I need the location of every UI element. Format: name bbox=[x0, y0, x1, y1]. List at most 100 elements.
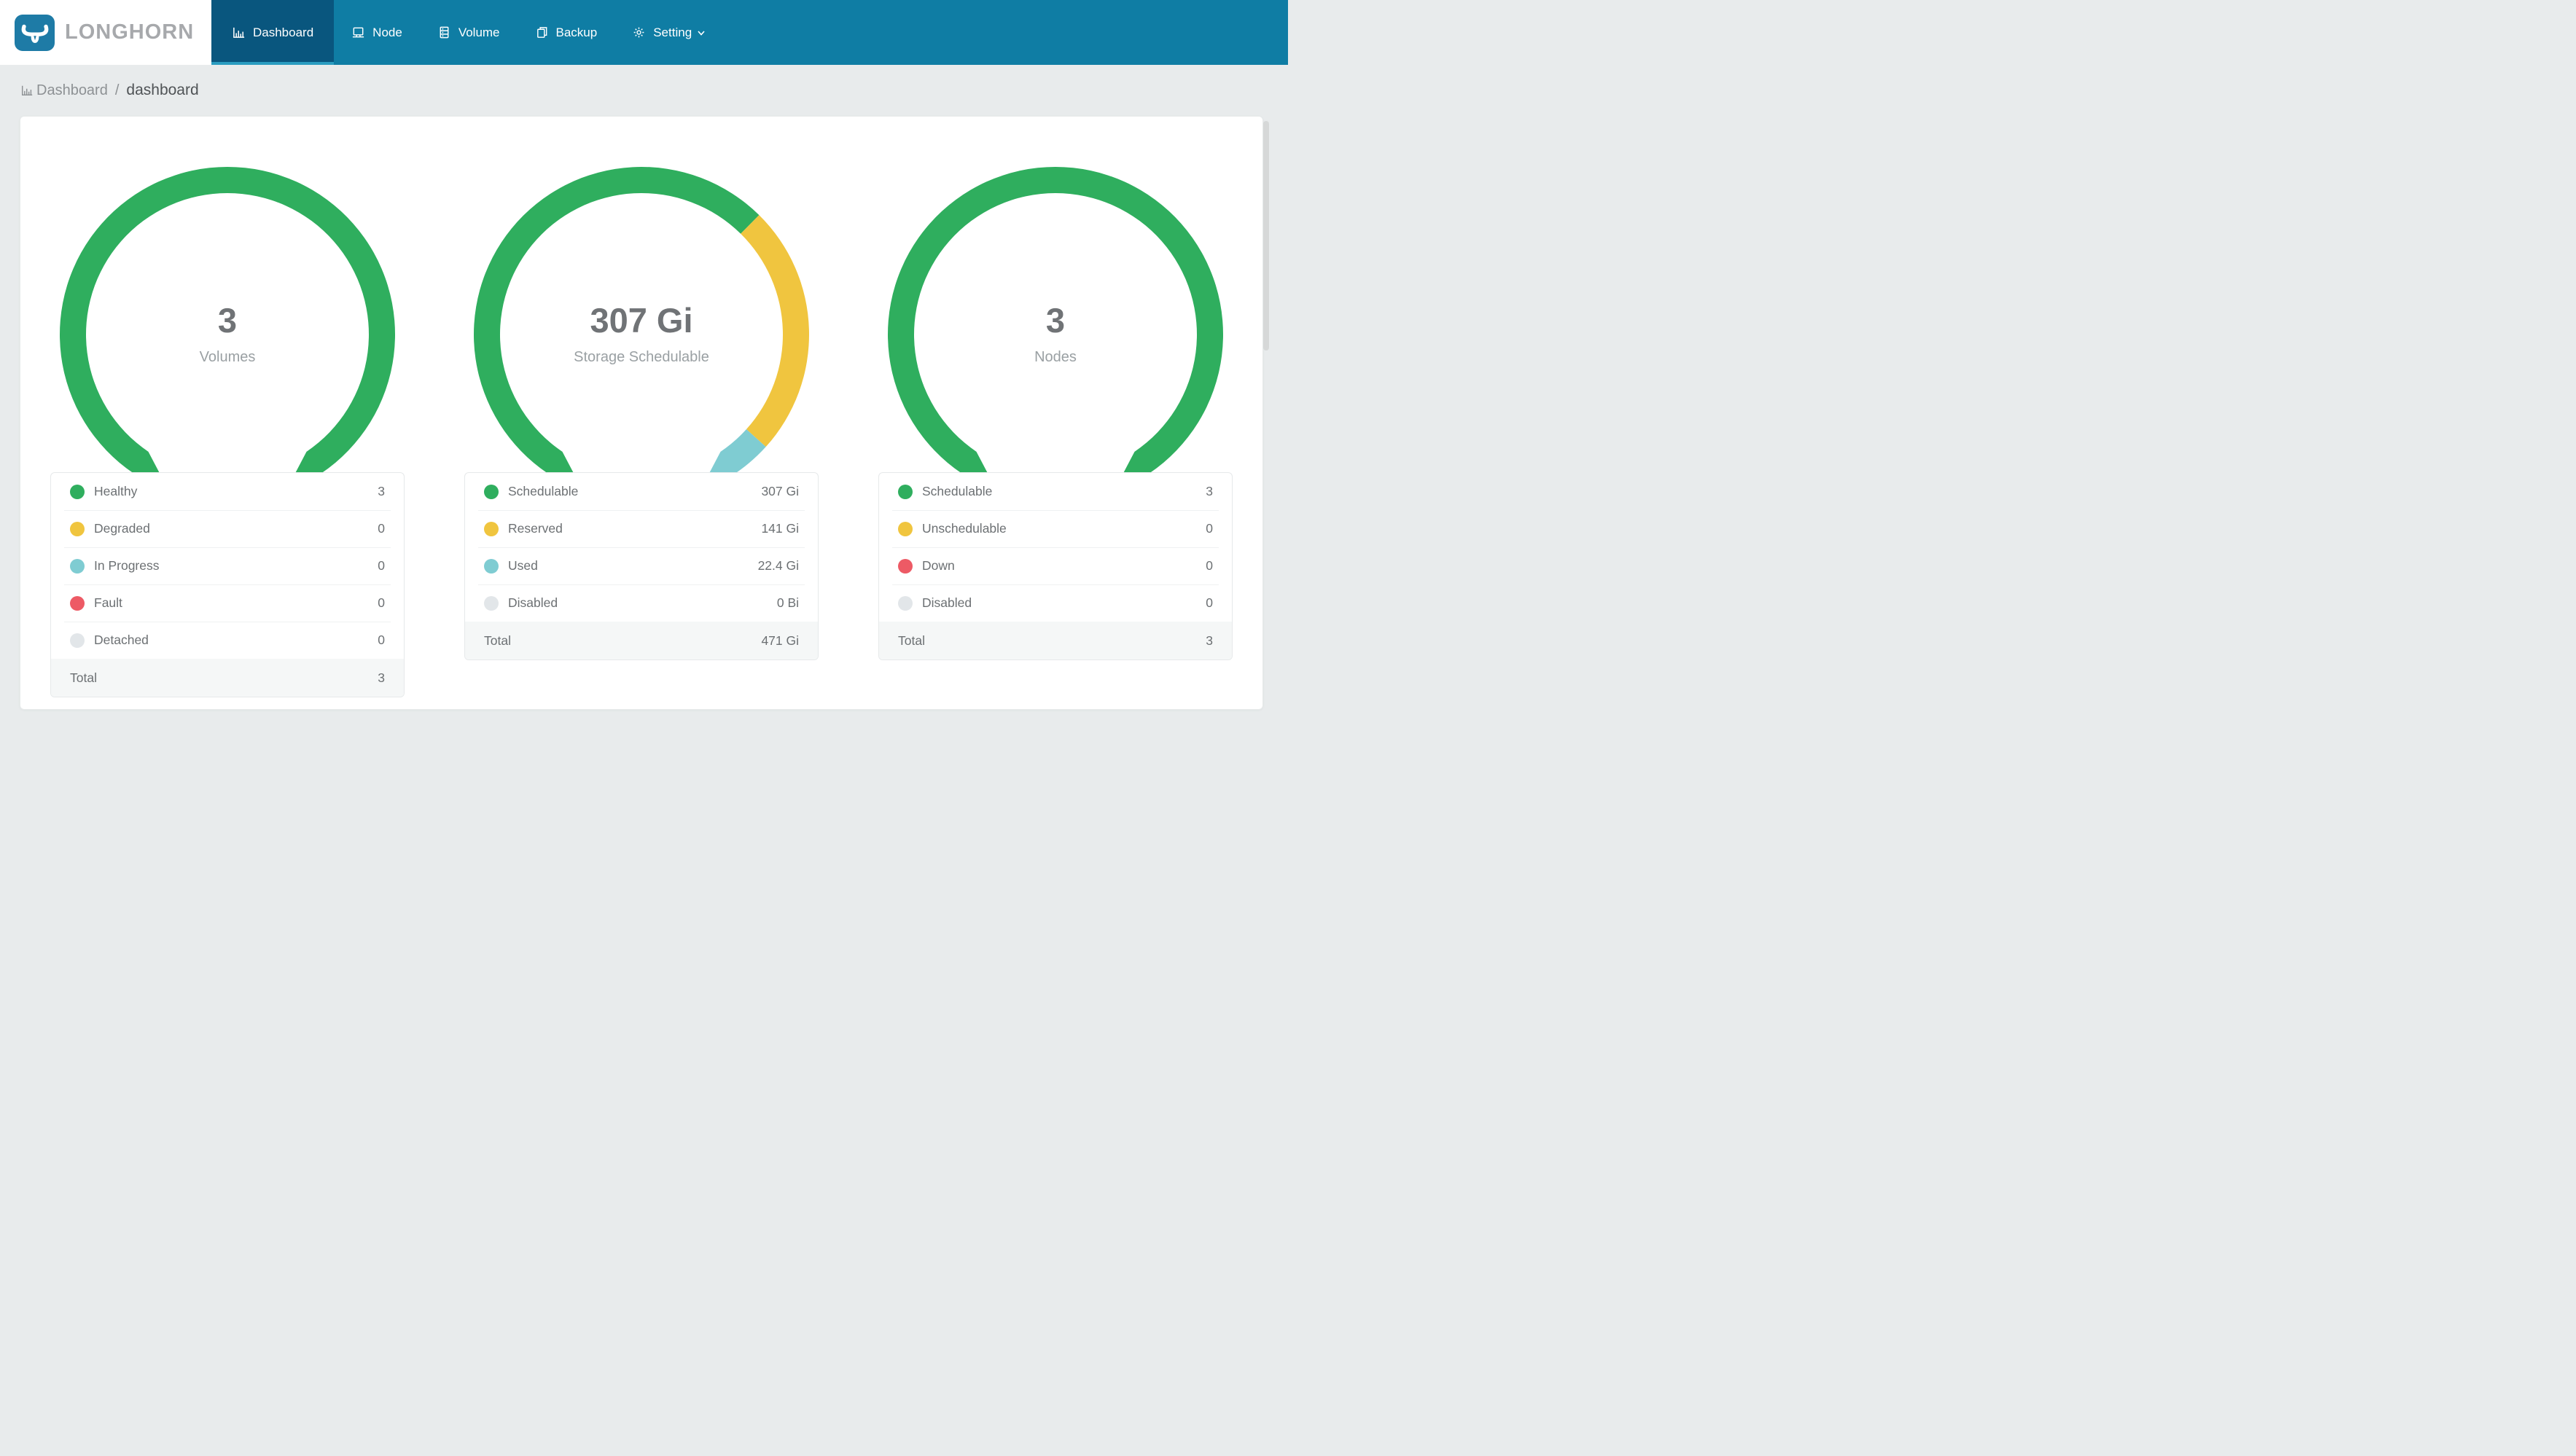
gauge-arc-segment bbox=[59, 166, 396, 474]
status-dot bbox=[898, 484, 913, 499]
gauge-arc-segment bbox=[473, 166, 760, 474]
legend-value: 0 bbox=[1206, 558, 1213, 573]
legend-label: In Progress bbox=[94, 558, 160, 573]
total-value: 471 Gi bbox=[761, 633, 799, 648]
breadcrumb-separator: / bbox=[114, 82, 120, 98]
dashboard-card: 3 Volumes Healthy 3 Degraded 0 In Progress 0 F… bbox=[20, 116, 1263, 710]
storage-gauge-chart bbox=[473, 166, 809, 474]
bar-chart-icon bbox=[232, 26, 246, 39]
legend-total-row: Total 3 bbox=[51, 659, 404, 697]
legend-value: 22.4 Gi bbox=[757, 558, 799, 573]
legend-label: Down bbox=[922, 558, 955, 573]
nav-item-setting[interactable]: Setting bbox=[614, 0, 724, 65]
legend-row: Disabled 0 Bi bbox=[465, 584, 818, 622]
vertical-scrollbar-thumb[interactable] bbox=[1263, 121, 1269, 351]
laptop-icon bbox=[351, 26, 365, 39]
legend-row: Detached 0 bbox=[51, 622, 404, 659]
legend-label: Used bbox=[508, 558, 538, 573]
legend-row: Used 22.4 Gi bbox=[465, 547, 818, 584]
total-label: Total bbox=[898, 633, 925, 648]
legend-value: 0 Bi bbox=[776, 595, 799, 610]
status-dot bbox=[484, 595, 499, 611]
app-header: LONGHORN Dashboard Node Volume Backup Se… bbox=[0, 0, 1288, 65]
gauge-arc-segment bbox=[741, 215, 809, 447]
legend-value: 0 bbox=[378, 633, 385, 647]
gauge-arc-segment bbox=[888, 166, 1223, 474]
nav-item-backup[interactable]: Backup bbox=[518, 0, 615, 65]
status-dot bbox=[484, 558, 499, 574]
legend-value: 307 Gi bbox=[761, 484, 799, 498]
legend-row: Fault 0 bbox=[51, 584, 404, 622]
legend-row: Down 0 bbox=[879, 547, 1232, 584]
status-dot bbox=[70, 558, 85, 574]
legend-label: Fault bbox=[94, 595, 122, 610]
legend-value: 0 bbox=[1206, 521, 1213, 536]
status-dot bbox=[70, 595, 85, 611]
nav-item-dashboard[interactable]: Dashboard bbox=[211, 0, 335, 65]
status-dot bbox=[70, 521, 85, 536]
legend-value: 0 bbox=[378, 521, 385, 536]
total-label: Total bbox=[70, 670, 97, 685]
legend-label: Schedulable bbox=[922, 484, 993, 498]
legend-row: Healthy 3 bbox=[51, 473, 404, 510]
status-dot bbox=[898, 595, 913, 611]
breadcrumb-page: dashboard bbox=[126, 82, 199, 98]
legend-label: Disabled bbox=[922, 595, 972, 610]
total-value: 3 bbox=[1206, 633, 1213, 648]
file-copy-icon bbox=[535, 26, 549, 39]
storage-chart-panel: 307 Gi Storage Schedulable Schedulable 30… bbox=[434, 117, 848, 709]
status-dot bbox=[484, 484, 499, 499]
legend-value: 0 bbox=[378, 595, 385, 610]
legend-label: Unschedulable bbox=[922, 521, 1007, 536]
legend-value: 141 Gi bbox=[761, 521, 799, 536]
gear-icon bbox=[632, 26, 646, 39]
legend-row: Reserved 141 Gi bbox=[465, 510, 818, 547]
status-dot bbox=[70, 484, 85, 499]
legend-label: Disabled bbox=[508, 595, 558, 610]
status-dot bbox=[70, 633, 85, 648]
main-nav: Dashboard Node Volume Backup Setting bbox=[211, 0, 1288, 65]
nodes-legend-table: Schedulable 3 Unschedulable 0 Down 0 Disabled 0… bbox=[878, 472, 1233, 660]
nav-item-label: Backup bbox=[555, 25, 598, 39]
legend-value: 3 bbox=[1206, 484, 1213, 498]
breadcrumb-section[interactable]: Dashboard bbox=[36, 82, 108, 99]
status-dot bbox=[484, 521, 499, 536]
nav-item-volume[interactable]: Volume bbox=[420, 0, 518, 65]
volumes-chart-panel: 3 Volumes Healthy 3 Degraded 0 In Progress 0 F… bbox=[20, 117, 434, 709]
nodes-gauge-chart bbox=[888, 166, 1223, 474]
legend-total-row: Total 471 Gi bbox=[465, 622, 818, 659]
nav-item-node[interactable]: Node bbox=[334, 0, 420, 65]
legend-label: Schedulable bbox=[508, 484, 579, 498]
legend-row: Schedulable 307 Gi bbox=[465, 473, 818, 510]
brand-name: LONGHORN bbox=[65, 20, 195, 44]
legend-total-row: Total 3 bbox=[879, 622, 1232, 659]
legend-row: Disabled 0 bbox=[879, 584, 1232, 622]
nodes-chart-panel: 3 Nodes Schedulable 3 Unschedulable 0 Down 0 D… bbox=[848, 117, 1262, 709]
legend-label: Healthy bbox=[94, 484, 138, 498]
storage-legend-table: Schedulable 307 Gi Reserved 141 Gi Used 22.4 … bbox=[464, 472, 819, 660]
legend-label: Detached bbox=[94, 633, 149, 647]
total-value: 3 bbox=[378, 670, 385, 685]
legend-label: Reserved bbox=[508, 521, 563, 536]
app-logo[interactable]: LONGHORN bbox=[0, 0, 211, 65]
legend-row: Unschedulable 0 bbox=[879, 510, 1232, 547]
bar-chart-icon bbox=[20, 84, 34, 97]
total-label: Total bbox=[484, 633, 511, 648]
breadcrumb: Dashboard / dashboard bbox=[0, 65, 1288, 116]
legend-value: 3 bbox=[378, 484, 385, 498]
legend-row: Degraded 0 bbox=[51, 510, 404, 547]
chevron-down-icon bbox=[696, 28, 706, 38]
status-dot bbox=[898, 521, 913, 536]
nav-item-label: Node bbox=[372, 25, 402, 39]
nav-item-label: Dashboard bbox=[253, 25, 314, 39]
volumes-gauge-chart bbox=[59, 166, 396, 474]
nav-item-label: Volume bbox=[458, 25, 500, 39]
volumes-legend-table: Healthy 3 Degraded 0 In Progress 0 Fault 0 Detac… bbox=[50, 472, 405, 697]
legend-value: 0 bbox=[378, 558, 385, 573]
server-icon bbox=[437, 26, 451, 39]
nav-item-label: Setting bbox=[653, 25, 692, 39]
legend-row: Schedulable 3 bbox=[879, 473, 1232, 510]
legend-label: Degraded bbox=[94, 521, 150, 536]
legend-row: In Progress 0 bbox=[51, 547, 404, 584]
status-dot bbox=[898, 558, 913, 574]
